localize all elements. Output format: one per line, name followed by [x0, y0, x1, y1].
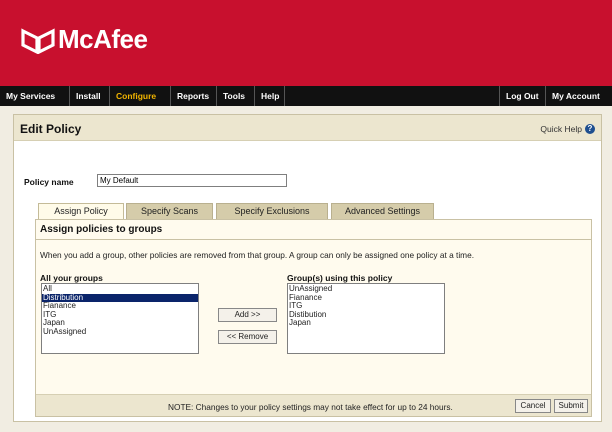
cancel-button[interactable]: Cancel	[515, 399, 551, 413]
using-groups-listbox[interactable]: UnAssigned Fianance ITG Distibution Japa…	[287, 283, 445, 354]
quick-help-link[interactable]: Quick Help ?	[540, 124, 595, 134]
list-item[interactable]: Fianance	[42, 301, 198, 311]
page-title: Edit Policy	[20, 122, 82, 136]
all-groups-label: All your groups	[40, 273, 103, 283]
tab-specify-scans[interactable]: Specify Scans	[126, 203, 213, 219]
tab-assign-policy[interactable]: Assign Policy	[38, 203, 124, 220]
section-divider	[36, 239, 591, 240]
list-item[interactable]: Distibution	[288, 310, 444, 320]
nav-my-account[interactable]: My Account	[545, 86, 612, 106]
panel-footer: NOTE: Changes to your policy settings ma…	[36, 394, 591, 416]
nav-my-services[interactable]: My Services	[0, 86, 70, 106]
main-navigation: My Services Install Configure Reports To…	[0, 86, 612, 106]
mcafee-logo: McAfee	[20, 24, 148, 55]
list-item[interactable]: Japan	[288, 318, 444, 328]
list-item[interactable]: UnAssigned	[42, 327, 198, 337]
nav-configure[interactable]: Configure	[110, 86, 171, 106]
policy-name-input[interactable]	[97, 174, 287, 187]
remove-group-button[interactable]: << Remove	[218, 330, 277, 344]
header-banner: McAfee	[0, 0, 612, 86]
quick-help-label: Quick Help	[540, 124, 582, 134]
policy-name-label: Policy name	[24, 177, 74, 187]
assign-policy-content: Assign policies to groups When you add a…	[35, 219, 592, 417]
nav-install[interactable]: Install	[70, 86, 110, 106]
tab-advanced-settings[interactable]: Advanced Settings	[331, 203, 434, 219]
tab-specify-exclusions[interactable]: Specify Exclusions	[216, 203, 328, 219]
nav-tools[interactable]: Tools	[217, 86, 255, 106]
info-text: When you add a group, other policies are…	[40, 250, 475, 260]
panel-header: Edit Policy Quick Help ?	[14, 115, 601, 141]
nav-log-out[interactable]: Log Out	[499, 86, 545, 106]
add-group-button[interactable]: Add >>	[218, 308, 277, 322]
list-item[interactable]: Fianance	[288, 293, 444, 303]
submit-button[interactable]: Submit	[554, 399, 588, 413]
using-groups-label: Group(s) using this policy	[287, 273, 393, 283]
section-title: Assign policies to groups	[40, 224, 163, 235]
policy-note: NOTE: Changes to your policy settings ma…	[168, 402, 453, 412]
mcafee-shield-icon	[21, 27, 55, 54]
nav-help[interactable]: Help	[255, 86, 285, 106]
list-item[interactable]: ITG	[42, 310, 198, 320]
nav-reports[interactable]: Reports	[171, 86, 217, 106]
edit-policy-panel: Edit Policy Quick Help ? Policy name Ass…	[13, 114, 602, 422]
brand-name: McAfee	[58, 24, 148, 54]
all-groups-listbox[interactable]: All Distribution Fianance ITG Japan UnAs…	[41, 283, 199, 354]
help-icon: ?	[585, 124, 595, 134]
